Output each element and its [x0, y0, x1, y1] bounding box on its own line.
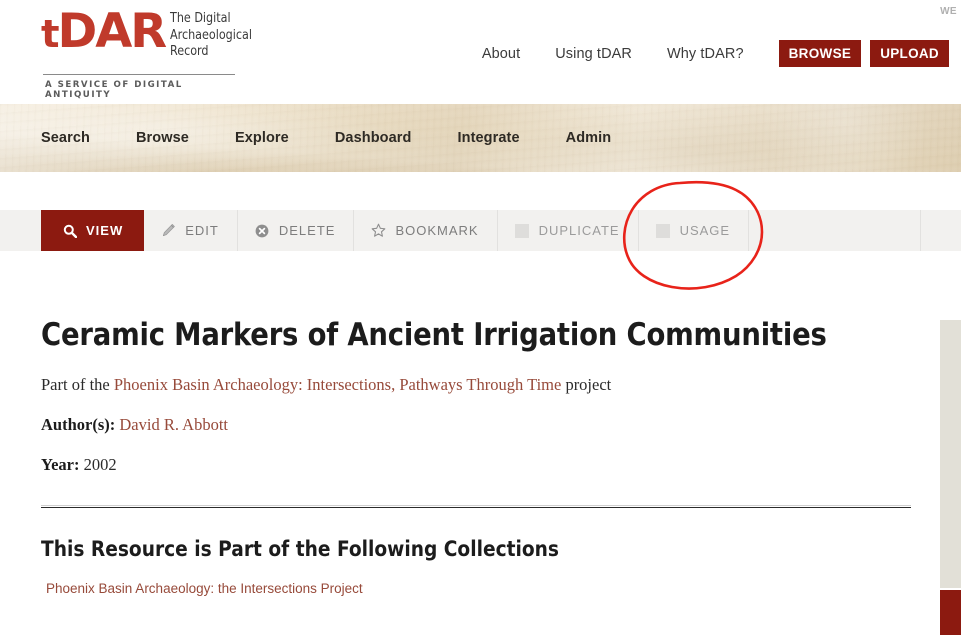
nav-item-admin[interactable]: Admin [566, 130, 612, 146]
resource-action-buttons: VIEW EDIT DELETE BOOKMARK DUPLICATE USAG… [41, 210, 922, 251]
header-link-about[interactable]: About [482, 46, 520, 62]
header-nav: About Using tDAR Why tDAR? BROWSE UPLOAD [482, 40, 957, 67]
project-link[interactable]: Phoenix Basin Archaeology: Intersections… [114, 375, 561, 394]
edit-button-label: EDIT [185, 223, 219, 238]
circle-x-icon [255, 223, 270, 238]
usage-button[interactable]: USAGE [639, 210, 750, 251]
logo-mark-t: t [41, 12, 60, 56]
duplicate-button[interactable]: DUPLICATE [498, 210, 639, 251]
view-button-label: VIEW [86, 223, 124, 238]
nav-item-browse[interactable]: Browse [136, 130, 189, 146]
star-icon [371, 223, 386, 238]
logo-tagline-line1: The Digital [169, 10, 231, 26]
logo-mark-dar: DAR [57, 4, 167, 59]
year-label: Year: [41, 455, 80, 474]
scrollbar-track[interactable] [940, 320, 961, 590]
toolbar-spacer [749, 210, 922, 251]
delete-button[interactable]: DELETE [238, 210, 355, 251]
project-line: Part of the Phoenix Basin Archaeology: I… [41, 375, 921, 395]
pencil-icon [161, 223, 176, 238]
view-button[interactable]: VIEW [41, 210, 145, 251]
section-divider [41, 505, 911, 508]
browse-button[interactable]: BROWSE [778, 40, 862, 67]
logo-tagline-line3: Record [169, 43, 209, 59]
bookmark-button[interactable]: BOOKMARK [354, 210, 498, 251]
delete-button-label: DELETE [278, 223, 336, 238]
list-item: Phoenix Basin Archaeology: the Intersect… [46, 580, 921, 598]
right-rail[interactable] [940, 320, 961, 635]
logo-wordmark: tDAR The Digital Archaeological Record [41, 8, 252, 60]
year-line: Year: 2002 [41, 455, 921, 475]
site-logo[interactable]: tDAR The Digital Archaeological Record A… [41, 8, 252, 101]
logo-tagline: The Digital Archaeological Record [170, 10, 252, 60]
placeholder-icon [514, 223, 529, 238]
logo-divider [43, 74, 235, 75]
collection-link[interactable]: Phoenix Basin Archaeology: the Intersect… [46, 581, 363, 596]
header-link-using-tdar[interactable]: Using tDAR [555, 46, 632, 62]
year-value: 2002 [83, 455, 117, 474]
main-navigation-bar: Search Browse Explore Dashboard Integrat… [0, 104, 961, 172]
logo-tagline-line2: Archaeological [169, 26, 252, 43]
project-prefix: Part of the [41, 375, 114, 394]
authors-label: Author(s): [41, 415, 116, 434]
duplicate-button-label: DUPLICATE [538, 223, 620, 238]
scrollbar-thumb[interactable] [940, 590, 961, 635]
nav-item-integrate[interactable]: Integrate [457, 130, 519, 146]
magnifier-icon [62, 223, 77, 238]
logo-subtitle: A SERVICE OF DIGITAL ANTIQUITY [45, 80, 183, 100]
collections-heading: This Resource is Part of the Following C… [41, 537, 560, 561]
resource-action-toolbar: VIEW EDIT DELETE BOOKMARK DUPLICATE USAG… [0, 210, 961, 251]
edit-button[interactable]: EDIT [144, 210, 238, 251]
author-link[interactable]: David R. Abbott [119, 415, 228, 434]
page-title: Ceramic Markers of Ancient Irrigation Co… [41, 317, 827, 353]
corner-label: WE [940, 6, 957, 17]
main-navigation-items: Search Browse Explore Dashboard Integrat… [41, 104, 657, 172]
page-root: tDAR The Digital Archaeological Record A… [0, 0, 961, 635]
upload-button[interactable]: UPLOAD [870, 40, 949, 67]
logo-mark: tDAR [41, 8, 167, 58]
project-suffix: project [561, 375, 612, 394]
placeholder-icon [655, 223, 670, 238]
nav-item-search[interactable]: Search [41, 130, 90, 146]
site-header: tDAR The Digital Archaeological Record A… [0, 0, 961, 104]
resource-detail: Ceramic Markers of Ancient Irrigation Co… [41, 251, 921, 598]
nav-item-dashboard[interactable]: Dashboard [335, 130, 412, 146]
bookmark-button-label: BOOKMARK [395, 223, 479, 238]
authors-line: Author(s): David R. Abbott [41, 415, 921, 435]
header-link-why-tdar[interactable]: Why tDAR? [667, 46, 744, 62]
usage-button-label: USAGE [679, 223, 731, 238]
nav-item-explore[interactable]: Explore [235, 130, 289, 146]
